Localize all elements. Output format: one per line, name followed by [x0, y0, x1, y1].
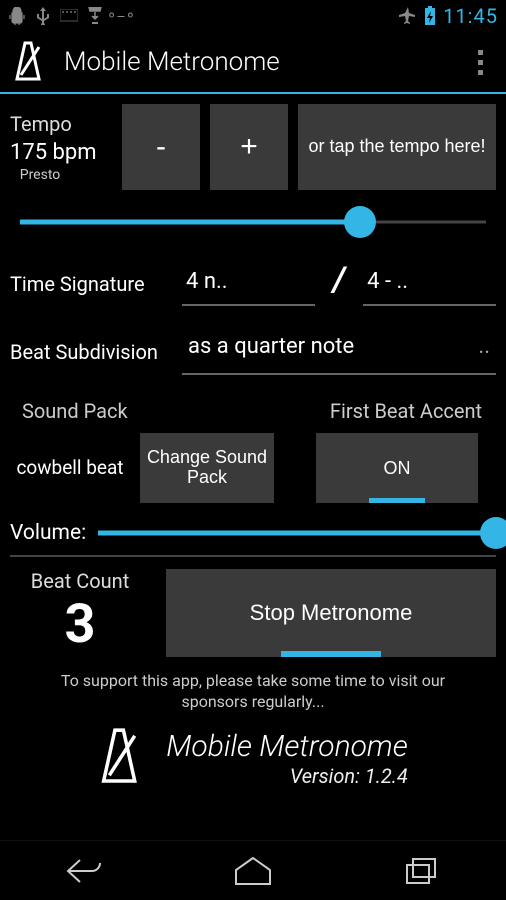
- nav-back-button[interactable]: [44, 851, 124, 891]
- volume-label: Volume:: [10, 521, 86, 545]
- nav-recent-button[interactable]: [382, 851, 462, 891]
- status-bar: ⚬⎯⚬ 11:45: [0, 0, 506, 32]
- beat-subdivision-label: Beat Subdivision: [10, 340, 182, 364]
- time-signature-denominator-select[interactable]: 4 - ..: [363, 263, 496, 306]
- app-logo-icon: [12, 40, 48, 84]
- first-beat-accent-header: First Beat Accent: [316, 399, 496, 423]
- app-title: Mobile Metronome: [64, 47, 450, 77]
- clock-time: 11:45: [443, 4, 498, 28]
- tempo-decrease-button[interactable]: -: [122, 104, 200, 190]
- footer-app-name: Mobile Metronome: [166, 729, 408, 764]
- airplane-mode-icon: [399, 7, 417, 25]
- first-beat-accent-toggle[interactable]: ON: [316, 433, 478, 503]
- beat-count-value: 3: [10, 593, 150, 656]
- usb-icon: [34, 7, 52, 25]
- time-signature-label: Time Signature: [10, 272, 182, 296]
- download-icon: [86, 7, 104, 25]
- tempo-slider[interactable]: [10, 208, 496, 236]
- overflow-menu-icon[interactable]: [466, 50, 494, 75]
- divider: [10, 555, 496, 557]
- footer-version: Version: 1.2.4: [290, 764, 408, 788]
- sound-pack-header: Sound Pack: [10, 399, 298, 423]
- action-bar: Mobile Metronome: [0, 32, 506, 94]
- support-text: To support this app, please take some ti…: [26, 671, 480, 713]
- tempo-increase-button[interactable]: +: [210, 104, 288, 190]
- footer-brand: Mobile Metronome Version: 1.2.4: [10, 727, 496, 791]
- tempo-label: Tempo: [10, 112, 112, 136]
- footer-logo-icon: [98, 727, 146, 791]
- keyboard-icon: [60, 7, 78, 25]
- time-signature-numerator-select[interactable]: 4 n..: [182, 263, 315, 306]
- tempo-bpm-value: 175 bpm: [10, 140, 112, 165]
- voicemail-icon: ⚬⎯⚬: [112, 7, 130, 25]
- volume-slider[interactable]: [98, 519, 496, 547]
- navigation-bar: [0, 840, 506, 900]
- tap-tempo-button[interactable]: or tap the tempo here!: [298, 104, 496, 190]
- android-debug-icon: [8, 7, 26, 25]
- battery-charging-icon: [421, 7, 439, 25]
- beat-subdivision-select[interactable]: as a quarter note ..: [182, 328, 496, 375]
- stop-metronome-button[interactable]: Stop Metronome: [166, 569, 496, 657]
- tempo-display: Tempo 175 bpm Presto: [10, 104, 112, 190]
- nav-home-button[interactable]: [213, 851, 293, 891]
- change-sound-pack-button[interactable]: Change Sound Pack: [140, 433, 274, 503]
- beat-count-label: Beat Count: [10, 569, 150, 593]
- time-signature-slash: /: [315, 260, 363, 308]
- tempo-marking: Presto: [10, 167, 70, 183]
- sound-pack-name: cowbell beat: [10, 458, 130, 479]
